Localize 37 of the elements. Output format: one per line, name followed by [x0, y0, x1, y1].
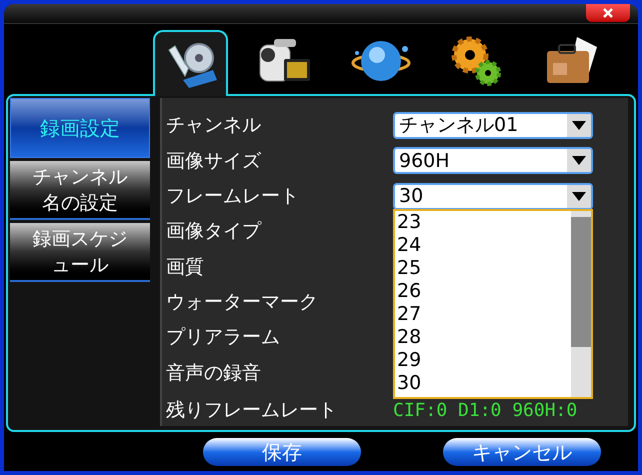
sidebar-item[interactable]: チャンネル名の設定: [10, 161, 150, 220]
setting-label: 音声の録音: [166, 360, 262, 386]
dropdown-option[interactable]: 29: [395, 348, 571, 372]
setting-label: 画像サイズ: [166, 148, 262, 174]
tab[interactable]: [153, 30, 228, 96]
dropdown-value: 960H: [398, 149, 451, 172]
setting-label: 画像タイプ: [166, 219, 262, 244]
sidebar-item[interactable]: 録画設定: [10, 98, 150, 158]
setting-label: ウォーターマーク: [166, 290, 319, 316]
dropdown-field[interactable]: 30: [393, 182, 593, 210]
dropdown-option[interactable]: 24: [395, 234, 571, 257]
dropdown-caret-icon: [572, 192, 586, 201]
scrollbar[interactable]: [571, 210, 591, 397]
dialog-button[interactable]: キャンセル: [443, 438, 601, 466]
dropdown-option[interactable]: 30: [395, 372, 571, 395]
dropdown-option[interactable]: 26: [395, 280, 571, 303]
setting-label: プリアラーム: [166, 325, 281, 350]
dropdown-field[interactable]: チャンネル01: [393, 112, 593, 140]
dropdown-value: チャンネル01: [398, 114, 520, 138]
setting-label: フレームレート: [166, 184, 300, 210]
setting-label: チャンネル: [166, 113, 262, 138]
dropdown-caret-icon: [572, 156, 586, 166]
dropdown-option[interactable]: 27: [395, 302, 571, 326]
dialog-button[interactable]: 保存: [203, 438, 361, 466]
close-button[interactable]: [586, 4, 630, 22]
scrollbar-thumb[interactable]: [571, 216, 591, 347]
dropdown-option[interactable]: 28: [395, 326, 571, 349]
setting-label: 残りフレームレート: [166, 398, 338, 423]
dropdown-option[interactable]: 23: [395, 210, 571, 234]
setting-label: 画質: [166, 254, 205, 280]
close-icon: [603, 8, 613, 18]
dropdown-value: 30: [398, 184, 424, 208]
frame-rate-value: CIF:0 D1:0 960H:0: [393, 399, 578, 424]
dropdown-option[interactable]: 25: [395, 256, 571, 280]
dropdown-field[interactable]: 960H: [393, 147, 593, 174]
dropdown-caret-icon: [572, 121, 586, 130]
sidebar-item[interactable]: 録画スケジュール: [10, 223, 150, 282]
